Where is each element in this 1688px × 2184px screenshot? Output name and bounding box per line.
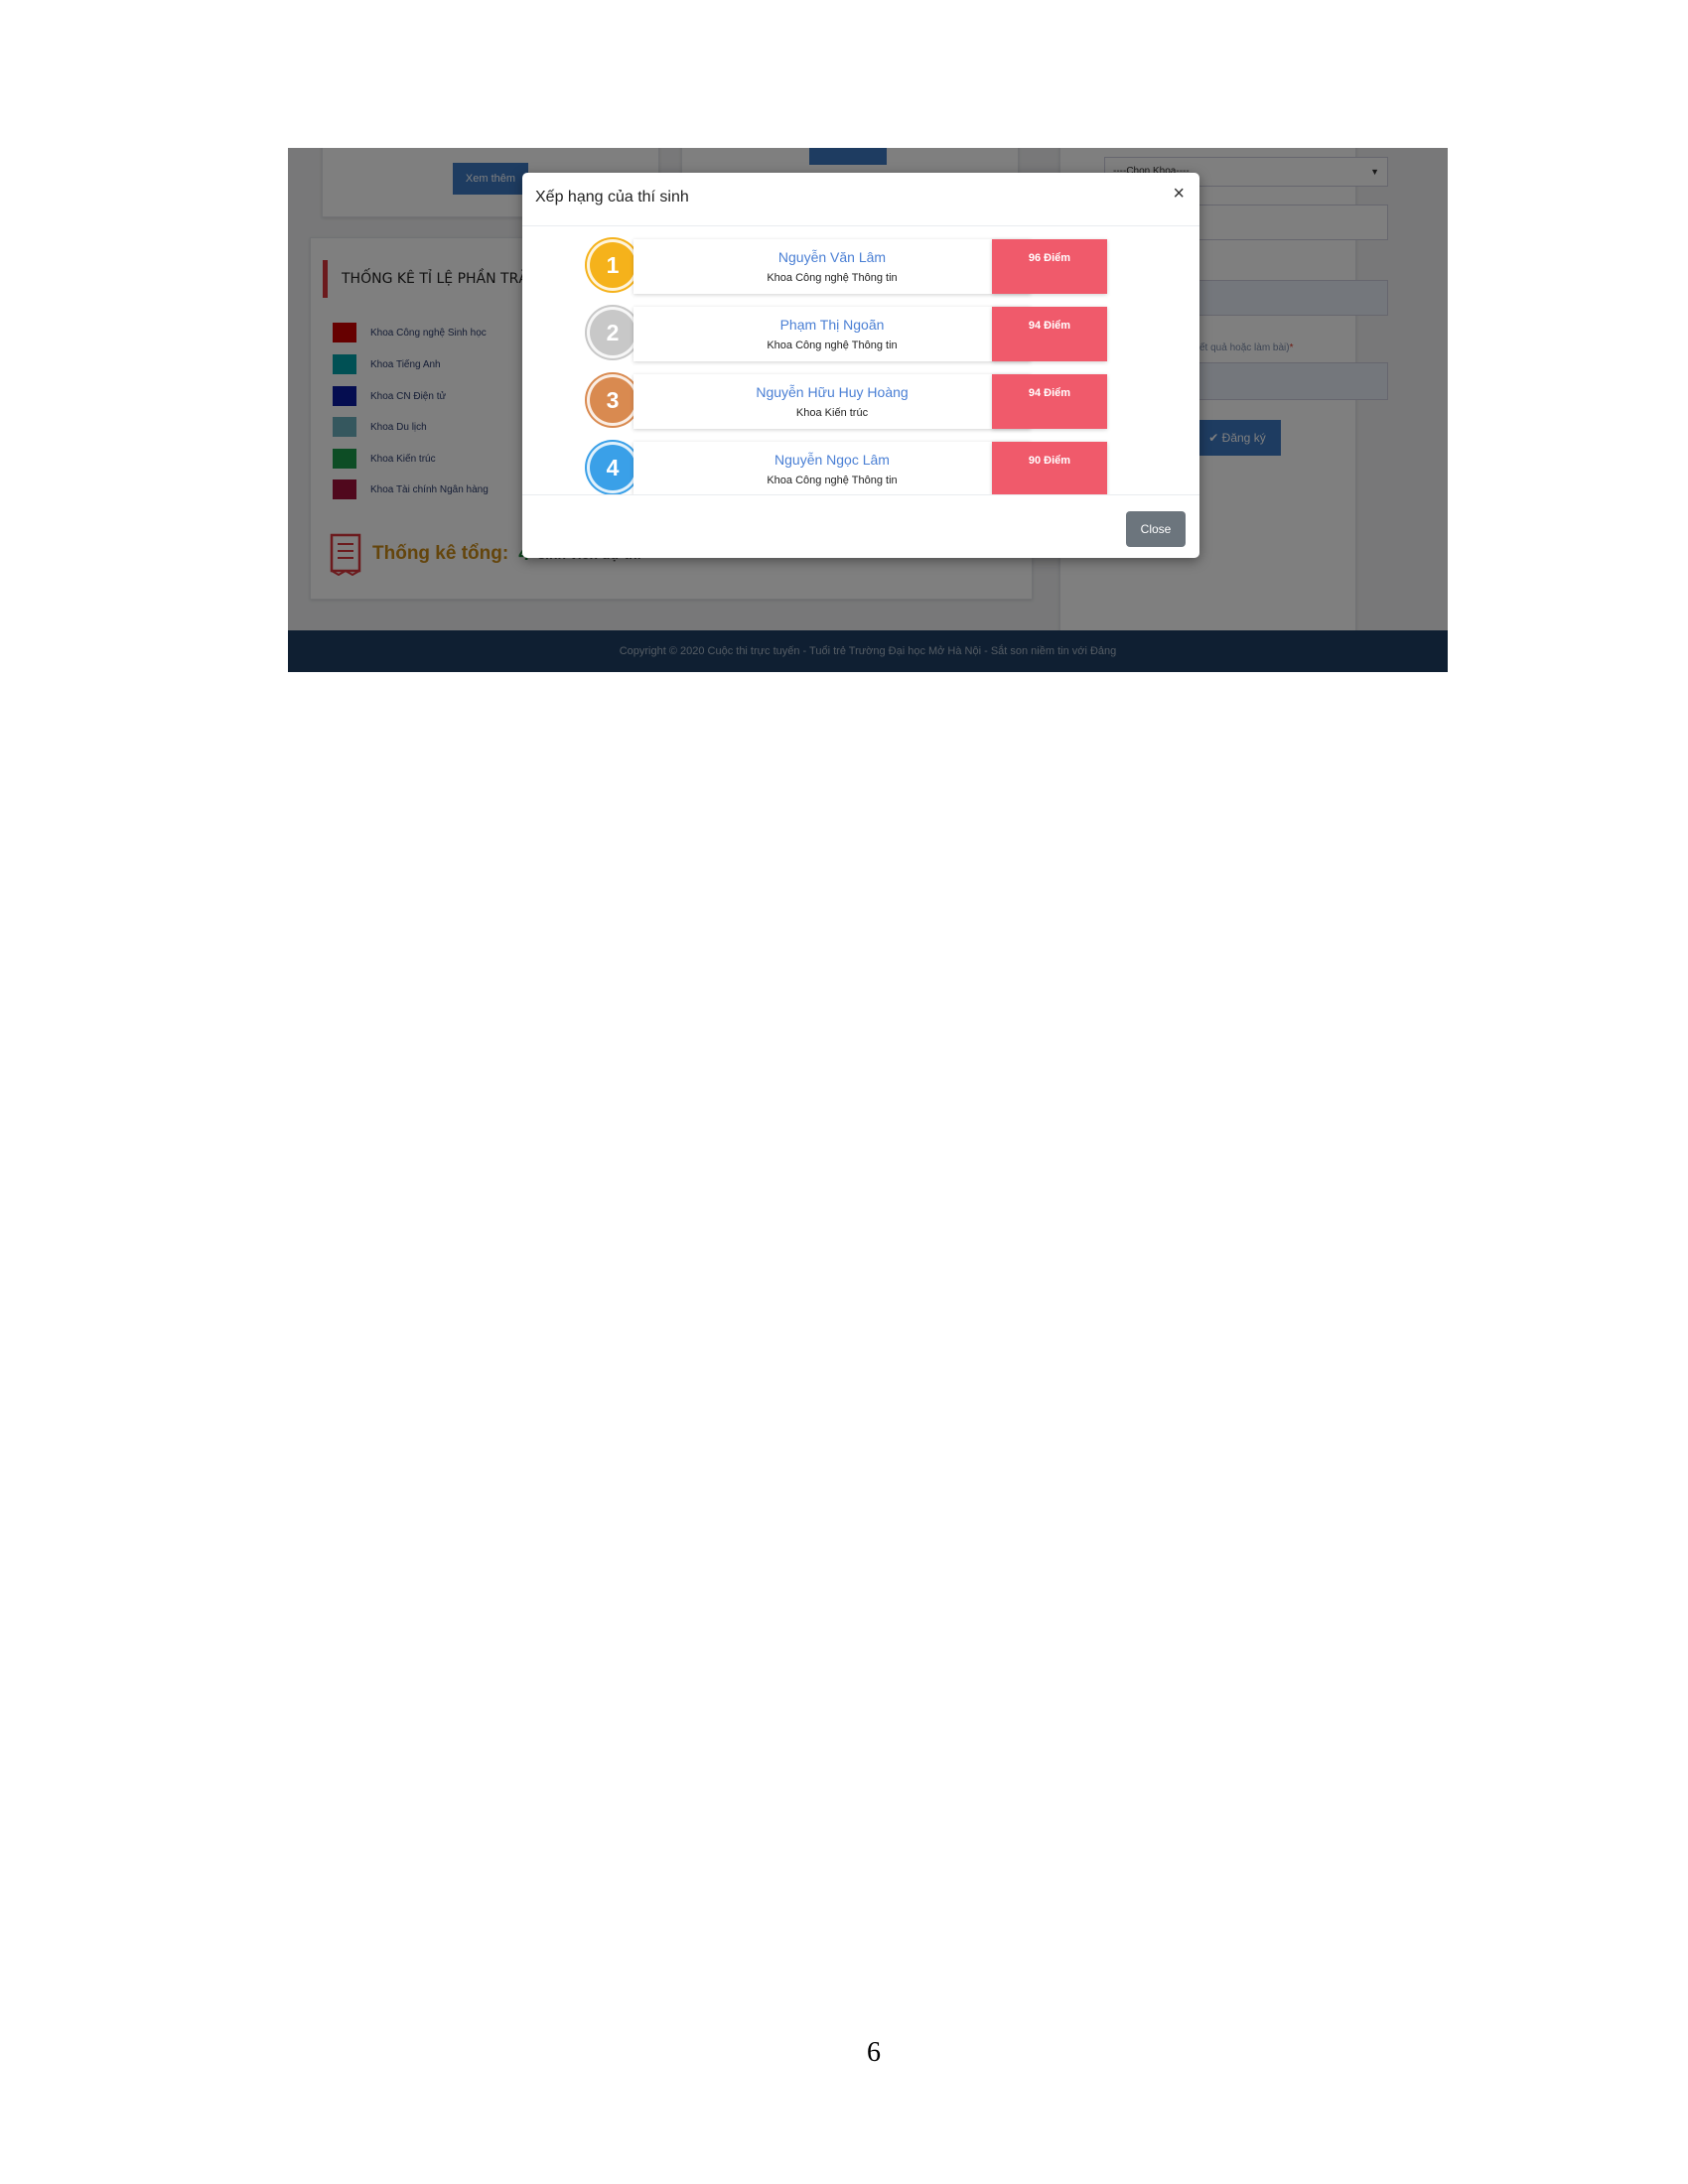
app-screenshot: Xem thêm THỐNG KÊ TỈ LỆ PHẦN TRĂM Khoa C… xyxy=(288,148,1448,672)
contestant-name[interactable]: Nguyễn Hữu Huy Hoàng xyxy=(633,384,1031,400)
rank-number: 4 xyxy=(606,455,620,480)
close-icon[interactable]: × xyxy=(1173,183,1185,205)
ranking-row: 3 Nguyễn Hữu Huy Hoàng Khoa Kiến trúc 94… xyxy=(590,374,1146,429)
ranking-row: 2 Phạm Thị Ngoãn Khoa Công nghệ Thông ti… xyxy=(590,307,1146,361)
contestant-department: Khoa Công nghệ Thông tin xyxy=(767,340,898,351)
score-badge: 94 Điểm xyxy=(992,374,1107,429)
medal-icon: 4 xyxy=(590,445,635,490)
medal-icon: 1 xyxy=(590,242,635,288)
contestant-department: Khoa Kiến trúc xyxy=(795,407,869,419)
score-badge: 96 Điểm xyxy=(992,239,1107,294)
rank-number: 3 xyxy=(606,387,620,413)
contestant-card: Nguyễn Hữu Huy Hoàng Khoa Kiến trúc xyxy=(633,374,1031,429)
page-number: 6 xyxy=(867,2037,881,2068)
medal-icon: 3 xyxy=(590,377,635,423)
close-button[interactable]: Close xyxy=(1126,511,1186,547)
modal-body: 1 Nguyễn Văn Lâm Khoa Công nghệ Thông ti… xyxy=(522,226,1199,494)
ranking-row: 4 Nguyễn Ngọc Lâm Khoa Công nghệ Thông t… xyxy=(590,442,1146,494)
rank-number: 1 xyxy=(606,252,620,278)
contestant-card: Nguyễn Ngọc Lâm Khoa Công nghệ Thông tin xyxy=(633,442,1031,494)
rank-number: 2 xyxy=(606,320,620,345)
modal-header: Xếp hạng của thí sinh × xyxy=(522,173,1199,226)
medal-icon: 2 xyxy=(590,310,635,355)
contestant-name[interactable]: Nguyễn Văn Lâm xyxy=(633,249,1031,265)
contestant-name[interactable]: Phạm Thị Ngoãn xyxy=(633,317,1031,333)
contestant-card: Nguyễn Văn Lâm Khoa Công nghệ Thông tin xyxy=(633,239,1031,294)
contestant-card: Phạm Thị Ngoãn Khoa Công nghệ Thông tin xyxy=(633,307,1031,361)
ranking-row: 1 Nguyễn Văn Lâm Khoa Công nghệ Thông ti… xyxy=(590,239,1146,294)
contestant-department: Khoa Công nghệ Thông tin xyxy=(767,272,898,284)
modal-title: Xếp hạng của thí sinh xyxy=(535,189,689,205)
ranking-modal: Xếp hạng của thí sinh × 1 Nguyễn Văn Lâm… xyxy=(522,173,1199,558)
contestant-name[interactable]: Nguyễn Ngọc Lâm xyxy=(633,452,1031,468)
score-badge: 90 Điểm xyxy=(992,442,1107,494)
modal-footer: Close xyxy=(522,494,1199,558)
contestant-department: Khoa Công nghệ Thông tin xyxy=(767,475,898,486)
score-badge: 94 Điểm xyxy=(992,307,1107,361)
